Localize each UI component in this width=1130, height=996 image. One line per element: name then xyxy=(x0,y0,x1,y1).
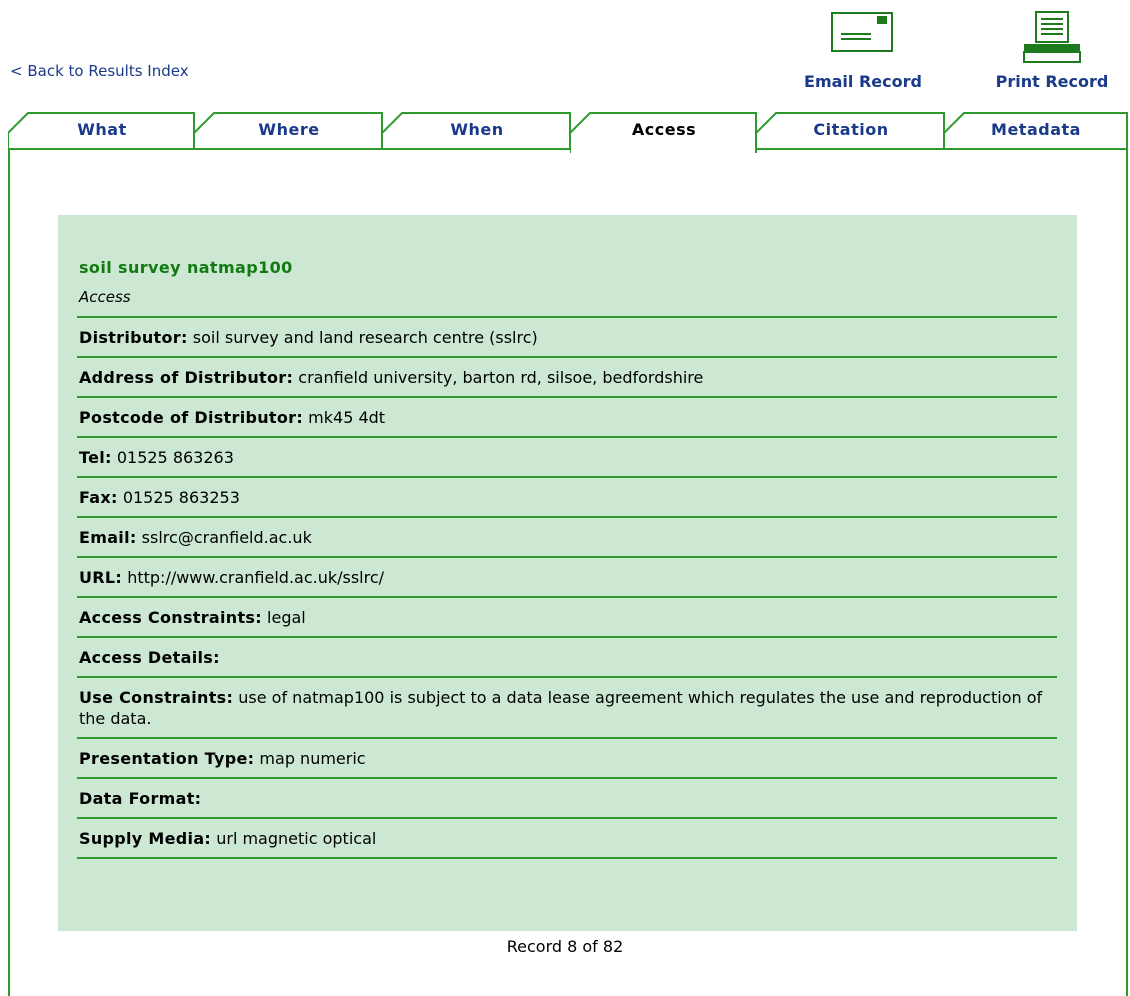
record-title: soil survey natmap100 xyxy=(79,258,293,277)
field-value: url magnetic optical xyxy=(216,829,377,848)
tab-what[interactable]: What xyxy=(8,111,196,150)
field-address: Address of Distributor: cranfield univer… xyxy=(77,356,1057,396)
field-supply-media: Supply Media: url magnetic optical xyxy=(77,817,1057,859)
field-label: Access Details: xyxy=(79,648,220,667)
field-distributor: Distributor: soil survey and land resear… xyxy=(77,316,1057,356)
field-value: 01525 863263 xyxy=(116,448,234,467)
tab-what-label: What xyxy=(77,120,127,139)
field-label: Postcode of Distributor: xyxy=(79,408,304,427)
record-tabs: What Where When Access Citation Metadata xyxy=(8,111,1128,153)
field-data-format: Data Format: xyxy=(77,777,1057,817)
tab-access[interactable]: Access xyxy=(570,111,758,153)
print-record-label: Print Record xyxy=(995,72,1109,91)
tab-where-label: Where xyxy=(258,120,320,139)
field-label: Email: xyxy=(79,528,137,547)
tab-access-label: Access xyxy=(631,120,697,139)
field-value: mk45 4dt xyxy=(308,408,386,427)
field-label: Fax: xyxy=(79,488,118,507)
back-to-results-link[interactable]: < Back to Results Index xyxy=(10,62,189,80)
field-label: Distributor: xyxy=(79,328,188,347)
record-count: Record 8 of 82 xyxy=(506,937,624,956)
tab-when-label: When xyxy=(450,120,504,139)
tab-where[interactable]: Where xyxy=(194,111,384,150)
field-value: cranfield university, barton rd, silsoe,… xyxy=(298,368,704,387)
field-fax: Fax: 01525 863253 xyxy=(77,476,1057,516)
field-value: map numeric xyxy=(259,749,366,768)
tab-metadata-label: Metadata xyxy=(991,120,1081,139)
field-label: Address of Distributor: xyxy=(79,368,294,387)
tab-citation[interactable]: Citation xyxy=(756,111,946,150)
field-label: Data Format: xyxy=(79,789,202,808)
field-label: Presentation Type: xyxy=(79,749,255,768)
field-label: Access Constraints: xyxy=(79,608,262,627)
field-tel: Tel: 01525 863263 xyxy=(77,436,1057,476)
field-value: http://www.cranfield.ac.uk/sslrc/ xyxy=(127,568,385,587)
field-value: sslrc@cranfield.ac.uk xyxy=(141,528,312,547)
field-access-details: Access Details: xyxy=(77,636,1057,676)
tab-when[interactable]: When xyxy=(382,111,572,150)
field-label: Supply Media: xyxy=(79,829,212,848)
field-value: legal xyxy=(267,608,306,627)
tab-citation-label: Citation xyxy=(813,120,889,139)
field-email: Email: sslrc@cranfield.ac.uk xyxy=(77,516,1057,556)
printer-icon xyxy=(1023,11,1081,63)
field-list: Distributor: soil survey and land resear… xyxy=(77,316,1057,859)
tab-metadata[interactable]: Metadata xyxy=(944,111,1128,150)
field-presentation-type: Presentation Type: map numeric xyxy=(77,737,1057,777)
email-record-label: Email Record xyxy=(804,72,922,91)
field-label: URL: xyxy=(79,568,123,587)
field-access-constraints: Access Constraints: legal xyxy=(77,596,1057,636)
field-url: URL: http://www.cranfield.ac.uk/sslrc/ xyxy=(77,556,1057,596)
field-value: 01525 863253 xyxy=(122,488,240,507)
field-label: Tel: xyxy=(79,448,112,467)
field-label: Use Constraints: xyxy=(79,688,234,707)
field-use-constraints: Use Constraints: use of natmap100 is sub… xyxy=(77,676,1057,737)
field-postcode: Postcode of Distributor: mk45 4dt xyxy=(77,396,1057,436)
record-details-box: soil survey natmap100 Access Distributor… xyxy=(58,215,1077,931)
envelope-icon xyxy=(831,12,893,52)
section-subtitle: Access xyxy=(79,288,131,306)
field-value: soil survey and land research centre (ss… xyxy=(192,328,538,347)
